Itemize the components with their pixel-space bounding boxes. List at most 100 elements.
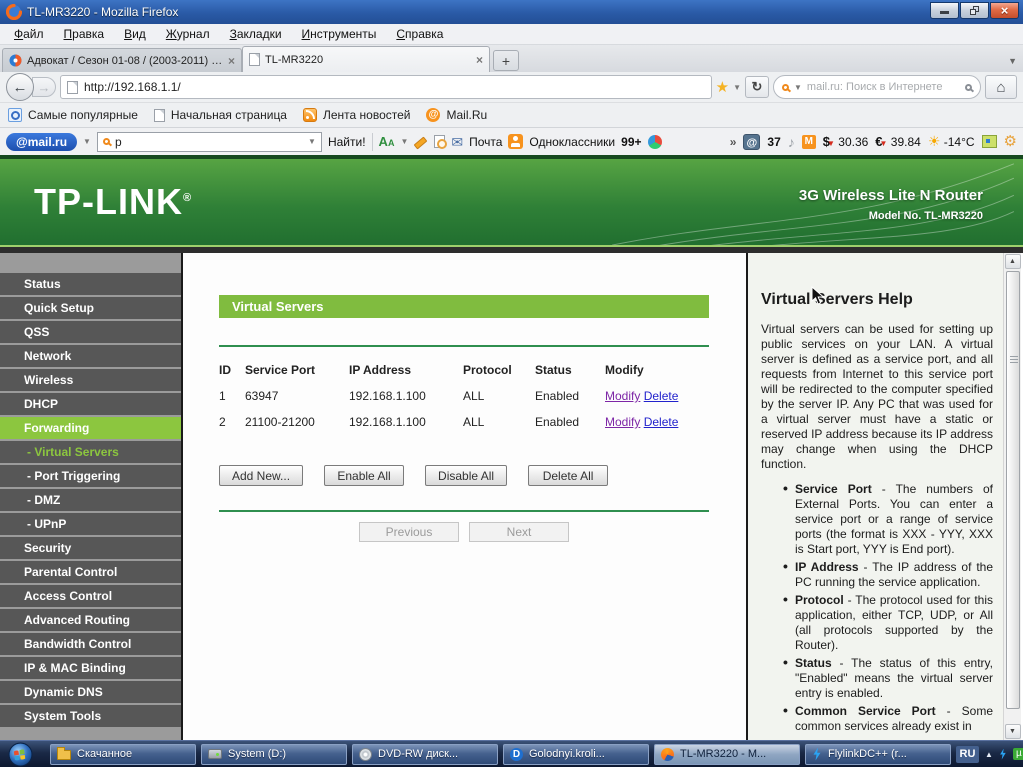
scroll-down-icon[interactable]: ▼: [1005, 724, 1021, 739]
language-indicator[interactable]: RU: [956, 746, 979, 763]
sidebar-item-wireless[interactable]: Wireless: [0, 369, 181, 391]
previous-button[interactable]: Previous: [359, 522, 459, 542]
overflow-chevron-icon[interactable]: »: [730, 135, 737, 149]
window-controls: ×: [929, 2, 1019, 19]
sidebar-item-status[interactable]: Status: [0, 273, 181, 295]
button-enable-all[interactable]: Enable All: [324, 465, 404, 486]
forward-button[interactable]: →: [32, 77, 56, 97]
menu-item-[interactable]: Правка: [54, 25, 115, 43]
back-button[interactable]: ←: [6, 73, 34, 101]
column-header-service-port: Service Port: [245, 357, 349, 383]
flylink-tray-icon[interactable]: [999, 749, 1007, 760]
button-delete-all[interactable]: Delete All: [528, 465, 608, 486]
page-search-icon[interactable]: [434, 135, 445, 148]
utorrent-tray-icon[interactable]: [1013, 748, 1023, 760]
button-add-new[interactable]: Add New...: [219, 465, 303, 486]
next-button[interactable]: Next: [469, 522, 569, 542]
sidebar-item-system-tools[interactable]: System Tools: [0, 705, 181, 727]
home-button[interactable]: ⌂: [985, 75, 1017, 99]
close-button[interactable]: ×: [990, 2, 1019, 19]
help-scrollbar[interactable]: ▲ ▼: [1003, 253, 1021, 740]
bookmark-[interactable]: Начальная страница: [154, 108, 287, 122]
modify-link[interactable]: Modify: [605, 415, 640, 429]
gear-icon[interactable]: ⚙: [1004, 134, 1017, 149]
search-history-dropdown-icon[interactable]: ▼: [308, 137, 316, 146]
my-world-badge-icon[interactable]: [802, 135, 816, 149]
my-world-icon[interactable]: [648, 135, 662, 149]
taskbar-button-tl-mr3220-m[interactable]: TL-MR3220 - M...: [654, 744, 800, 765]
menu-item-[interactable]: Файл: [4, 25, 54, 43]
search-icon[interactable]: [965, 84, 972, 91]
sidebar-item-dynamic-dns[interactable]: Dynamic DNS: [0, 681, 181, 703]
delete-link[interactable]: Delete: [644, 389, 679, 403]
delete-link[interactable]: Delete: [644, 415, 679, 429]
taskbar-button-system-d[interactable]: System (D:): [201, 744, 347, 765]
tab-advokat[interactable]: Адвокат / Сезон 01-08 / (2003-2011) S...…: [2, 48, 242, 72]
window-titlebar[interactable]: TL-MR3220 - Mozilla Firefox ×: [0, 0, 1023, 24]
music-note-icon[interactable]: ♪: [788, 134, 795, 150]
sidebar-item-access-control[interactable]: Access Control: [0, 585, 181, 607]
tab-close-icon[interactable]: ×: [228, 56, 235, 66]
menu-item-[interactable]: Справка: [386, 25, 453, 43]
bookmark-[interactable]: Лента новостей: [303, 108, 411, 122]
tray-expand-icon[interactable]: ▲: [985, 750, 993, 759]
product-name: 3G Wireless Lite N Router: [799, 187, 983, 204]
restore-button[interactable]: [960, 2, 989, 19]
url-bar[interactable]: http://192.168.1.1/: [60, 75, 712, 99]
list-all-tabs-icon[interactable]: ▼: [1008, 56, 1017, 66]
bookmark-mail-ru[interactable]: Mail.Ru: [426, 108, 487, 122]
search-bar[interactable]: ▼ mail.ru: Поиск в Интернете: [773, 75, 981, 99]
mailru-search-input[interactable]: p ▼: [97, 132, 322, 152]
taskbar-button-[interactable]: Скачанное: [50, 744, 196, 765]
sidebar-item-bandwidth-control[interactable]: Bandwidth Control: [0, 633, 181, 655]
search-engine-dropdown-icon[interactable]: ▼: [794, 83, 802, 92]
sidebar-item-upnp[interactable]: - UPnP: [0, 513, 181, 535]
sidebar-item-port-triggering[interactable]: - Port Triggering: [0, 465, 181, 487]
menu-item-[interactable]: Вид: [114, 25, 156, 43]
menu-item-[interactable]: Закладки: [220, 25, 292, 43]
highlighter-icon[interactable]: [414, 135, 428, 148]
bookmark-star-icon[interactable]: ★: [716, 80, 729, 95]
find-button[interactable]: Найти!: [328, 135, 366, 149]
sidebar-item-ip-mac-binding[interactable]: IP & MAC Binding: [0, 657, 181, 679]
sidebar-item-quick-setup[interactable]: Quick Setup: [0, 297, 181, 319]
scrollbar-thumb[interactable]: [1006, 271, 1020, 709]
new-tab-button[interactable]: +: [493, 50, 519, 71]
sidebar-item-network[interactable]: Network: [0, 345, 181, 367]
mail-envelope-icon[interactable]: ✉: [451, 135, 463, 149]
refresh-button[interactable]: ↻: [745, 76, 769, 98]
star-dropdown-icon[interactable]: ▼: [733, 83, 741, 92]
start-button[interactable]: [8, 742, 33, 767]
sidebar-item-qss[interactable]: QSS: [0, 321, 181, 343]
font-size-dropdown-icon[interactable]: ▼: [400, 137, 408, 146]
sidebar-item-virtual-servers[interactable]: - Virtual Servers: [0, 441, 181, 463]
minimize-button[interactable]: [930, 2, 959, 19]
taskbar-button-golodnyi-kroli[interactable]: Golodnyi.kroli...: [503, 744, 649, 765]
sidebar-item-dhcp[interactable]: DHCP: [0, 393, 181, 415]
tab-close-icon[interactable]: ×: [476, 55, 483, 65]
mailru-toolbar: @mail.ru ▼ p ▼ Найти! AA ▼ ✉ Почта Однок…: [0, 128, 1023, 155]
taskbar-button-flylinkdc-r[interactable]: FlylinkDC++ (r...: [805, 744, 951, 765]
font-size-icon[interactable]: AA: [379, 134, 395, 149]
mailru-dropdown-icon[interactable]: ▼: [83, 137, 91, 146]
sidebar-item-dmz[interactable]: - DMZ: [0, 489, 181, 511]
mail-counter-icon[interactable]: [743, 134, 760, 150]
bookmark-[interactable]: Самые популярные: [8, 108, 138, 122]
mailru-logo[interactable]: @mail.ru: [6, 133, 77, 151]
odnoklassniki-icon[interactable]: [508, 134, 523, 149]
sidebar-item-advanced-routing[interactable]: Advanced Routing: [0, 609, 181, 631]
map-icon[interactable]: [982, 135, 997, 148]
button-disable-all[interactable]: Disable All: [425, 465, 507, 486]
scroll-up-icon[interactable]: ▲: [1005, 254, 1021, 269]
menu-item-[interactable]: Инструменты: [292, 25, 387, 43]
sidebar-item-parental-control[interactable]: Parental Control: [0, 561, 181, 583]
sidebar-item-forwarding[interactable]: Forwarding: [0, 417, 181, 439]
odnoklassniki-label[interactable]: Одноклассники: [529, 135, 615, 149]
tab-tl-mr3220[interactable]: TL-MR3220 ×: [242, 46, 490, 72]
menu-item-[interactable]: Журнал: [156, 25, 220, 43]
modify-link[interactable]: Modify: [605, 389, 640, 403]
page-title: Virtual Servers: [219, 295, 709, 318]
sidebar-item-security[interactable]: Security: [0, 537, 181, 559]
taskbar-button-dvd-rw[interactable]: DVD-RW диск...: [352, 744, 498, 765]
mail-label[interactable]: Почта: [469, 135, 502, 149]
